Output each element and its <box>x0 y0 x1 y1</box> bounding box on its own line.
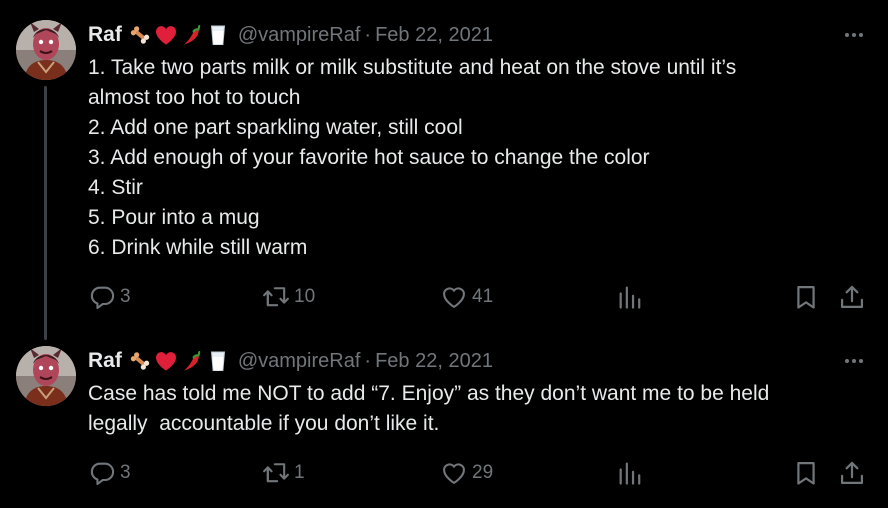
tweet-date[interactable]: Feb 22, 2021 <box>375 350 493 373</box>
retweet-icon <box>262 283 290 311</box>
reply-button[interactable]: 3 <box>88 458 131 488</box>
retweet-count: 1 <box>294 462 305 483</box>
tweet-actions: 3 10 41 <box>0 282 888 312</box>
more-options-icon[interactable] <box>842 25 866 45</box>
bookmark-icon <box>792 283 820 311</box>
tweet-date[interactable]: Feb 22, 2021 <box>375 24 493 47</box>
reply-count: 3 <box>120 462 131 483</box>
tweet-line: 3. Add enough of your favorite hot sauce… <box>88 146 650 169</box>
tweet-line: almost too hot to touch <box>88 86 301 109</box>
author-emojis <box>128 23 230 47</box>
tweet-line: 1. Take two parts milk or milk substitut… <box>88 56 737 79</box>
bookmark-button[interactable] <box>792 282 820 312</box>
like-button[interactable]: 41 <box>440 282 493 312</box>
bookmark-button[interactable] <box>792 458 820 488</box>
reply-icon <box>88 459 116 487</box>
tweet-line: 4. Stir <box>88 176 143 199</box>
glass-of-milk-emoji <box>206 349 230 373</box>
bone-emoji <box>128 349 152 373</box>
retweet-count: 10 <box>294 286 316 307</box>
share-button[interactable] <box>838 282 866 312</box>
tweet-line: Case has told me NOT to add “7. Enjoy” a… <box>88 382 770 405</box>
retweet-icon <box>262 459 290 487</box>
tweet[interactable]: Raf @vampireRaf · Feb 22, 2021 Case has … <box>0 330 888 508</box>
share-button[interactable] <box>838 458 866 488</box>
share-icon <box>838 283 866 311</box>
share-icon <box>838 459 866 487</box>
tweet-line: 2. Add one part sparkling water, still c… <box>88 116 463 139</box>
chili-pepper-emoji <box>180 349 204 373</box>
tweet-text: 1. Take two parts milk or milk substitut… <box>88 53 848 263</box>
bookmark-icon <box>792 459 820 487</box>
red-heart-emoji <box>154 23 178 47</box>
chili-pepper-emoji <box>180 23 204 47</box>
author-handle[interactable]: @vampireRaf <box>238 24 361 47</box>
tweet-text: Case has told me NOT to add “7. Enjoy” a… <box>88 379 848 439</box>
views-button[interactable] <box>616 282 644 312</box>
author-emojis <box>128 349 230 373</box>
red-heart-emoji <box>154 349 178 373</box>
views-icon <box>616 283 644 311</box>
tweet[interactable]: Raf @vampireRaf · Feb 22, 2021 1. Take t… <box>0 0 888 340</box>
like-icon <box>440 459 468 487</box>
retweet-button[interactable]: 1 <box>262 458 305 488</box>
tweet-actions: 3 1 29 <box>0 458 888 488</box>
views-icon <box>616 459 644 487</box>
like-count: 41 <box>472 286 494 307</box>
tweet-header: Raf @vampireRaf · Feb 22, 2021 <box>88 348 493 374</box>
author-handle[interactable]: @vampireRaf <box>238 350 361 373</box>
tweet-line: 5. Pour into a mug <box>88 206 260 229</box>
more-options-icon[interactable] <box>842 351 866 371</box>
glass-of-milk-emoji <box>206 23 230 47</box>
tweet-line: legally accountable if you don’t like it… <box>88 412 440 435</box>
bone-emoji <box>128 23 152 47</box>
author-name[interactable]: Raf <box>88 23 122 47</box>
like-button[interactable]: 29 <box>440 458 493 488</box>
retweet-button[interactable]: 10 <box>262 282 315 312</box>
like-count: 29 <box>472 462 494 483</box>
author-name[interactable]: Raf <box>88 349 122 373</box>
separator-dot: · <box>364 23 372 46</box>
reply-icon <box>88 283 116 311</box>
reply-button[interactable]: 3 <box>88 282 131 312</box>
like-icon <box>440 283 468 311</box>
tweet-line: 6. Drink while still warm <box>88 236 308 259</box>
views-button[interactable] <box>616 458 644 488</box>
avatar[interactable] <box>16 346 76 406</box>
reply-count: 3 <box>120 286 131 307</box>
separator-dot: · <box>364 349 372 372</box>
tweet-header: Raf @vampireRaf · Feb 22, 2021 <box>88 22 493 48</box>
avatar[interactable] <box>16 20 76 80</box>
